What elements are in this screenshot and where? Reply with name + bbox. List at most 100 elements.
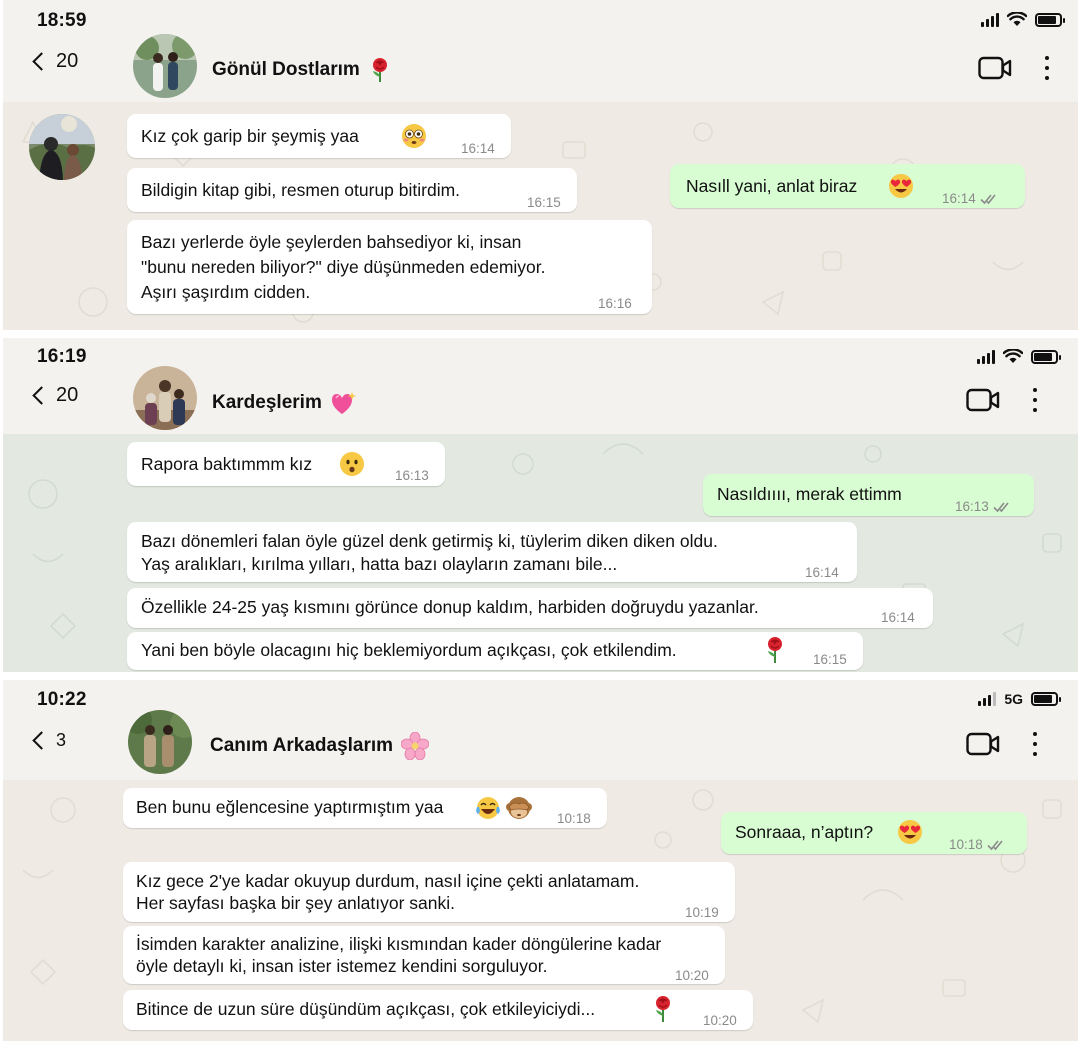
chat-screenshot-3: 10:22 5G 3 Canım Arkadaşlarım Ben bunu e <box>3 680 1078 1041</box>
chevron-left-icon <box>32 731 51 750</box>
group-avatar[interactable] <box>133 34 197 98</box>
message-time: 16:15 <box>813 652 847 667</box>
message-time: 16:14 <box>942 187 1000 211</box>
tears-of-joy-icon <box>476 797 500 819</box>
rose-icon <box>656 996 670 1022</box>
system-icons <box>977 349 1061 364</box>
signal-icon <box>981 12 999 27</box>
video-call-icon[interactable] <box>966 388 1000 412</box>
message-time: 10:19 <box>685 905 719 920</box>
message-text: Bitince de uzun süre düşündüm açıkçası, … <box>136 999 596 1019</box>
read-ticks-icon <box>993 502 1009 513</box>
group-name[interactable]: Canım Arkadaşlarım <box>210 732 430 760</box>
message-text-line: öyle detaylı ki, insan ister istemez ken… <box>136 956 548 976</box>
chevron-left-icon <box>32 386 51 405</box>
message-text: Kız çok garip bir şeymiş yaa <box>141 126 359 146</box>
message-text: Nasıll yani, anlat biraz <box>686 176 858 196</box>
sparkling-heart-icon <box>331 392 356 414</box>
message-time: 10:20 <box>675 968 709 983</box>
unread-count: 20 <box>56 50 79 72</box>
message-time: 16:15 <box>527 195 561 210</box>
back-button[interactable]: 20 <box>29 384 78 407</box>
message-bubble-outgoing[interactable]: Nasıll yani, anlat biraz 16:14 <box>670 164 1025 208</box>
chat-area[interactable]: Kız çok garip bir şeymiş yaa 16:14 Bildi… <box>3 102 1078 330</box>
message-bubble[interactable]: Kız çok garip bir şeymiş yaa 16:14 <box>127 114 511 158</box>
more-options-icon[interactable] <box>1030 388 1040 412</box>
message-text-line: Bazı yerlerde öyle şeylerden bahsediyor … <box>141 232 522 252</box>
video-call-icon[interactable] <box>966 732 1000 756</box>
chat-screenshot-2: 16:19 20 Kardeşlerim Rapora baktımmm kız… <box>3 338 1078 672</box>
message-text: Bildigin kitap gibi, resmen oturup bitir… <box>141 180 461 200</box>
message-time: 16:14 <box>805 565 839 580</box>
rose-icon <box>768 637 782 663</box>
back-button[interactable]: 20 <box>29 50 78 73</box>
sender-avatar[interactable] <box>29 114 95 180</box>
message-text-line: Yaş aralıkları, kırılma yılları, hatta b… <box>141 554 618 574</box>
message-text-line: Kız gece 2'ye kadar okuyup durdum, nasıl… <box>136 871 640 891</box>
message-text-line: İsimden karakter analizine, ilişki kısmı… <box>136 934 662 954</box>
video-call-icon[interactable] <box>978 56 1012 80</box>
message-time: 16:14 <box>461 141 495 156</box>
message-bubble[interactable]: Bildigin kitap gibi, resmen oturup bitir… <box>127 168 577 212</box>
message-time: 16:16 <box>598 296 632 311</box>
group-avatar[interactable] <box>128 710 192 774</box>
chat-area[interactable]: Rapora baktımmm kız 16:13 Nasıldıııı, me… <box>3 434 1078 672</box>
message-bubble[interactable]: Rapora baktımmm kız 16:13 <box>127 442 445 486</box>
system-icons: 5G <box>978 691 1061 707</box>
read-ticks-icon <box>980 194 996 205</box>
unread-count: 3 <box>56 730 67 750</box>
battery-icon <box>1031 349 1061 364</box>
chat-header: 20 Kardeşlerim <box>3 366 1078 436</box>
signal-icon <box>978 692 997 706</box>
message-text: Sonraaa, n’aptın? <box>735 822 874 842</box>
status-time: 10:22 <box>37 689 87 710</box>
wifi-icon <box>1007 12 1027 26</box>
message-text: Özellikle 24-25 yaş kısmını görünce donu… <box>141 597 759 617</box>
chat-screenshot-1: 18:59 20 Gönül Dostlarım Kız çok garip b… <box>3 0 1078 330</box>
group-name[interactable]: Gönül Dostlarım <box>212 57 392 83</box>
status-time: 16:19 <box>37 346 87 367</box>
message-time: 16:13 <box>955 495 1013 519</box>
message-bubble[interactable]: Bazı yerlerde öyle şeylerden bahsediyor … <box>127 220 652 314</box>
unread-count: 20 <box>56 384 79 406</box>
signal-icon <box>977 349 995 364</box>
flushed-face-icon <box>402 124 426 148</box>
group-avatar[interactable] <box>133 366 197 430</box>
more-options-icon[interactable] <box>1030 732 1040 756</box>
message-bubble-outgoing[interactable]: Nasıldıııı, merak ettimm 16:13 <box>703 474 1034 516</box>
heart-eyes-icon <box>898 820 922 844</box>
message-bubble[interactable]: Ben bunu eğlencesine yaptırmıştım yaa 10… <box>123 788 607 828</box>
message-bubble[interactable]: Yani ben böyle olacagını hiç beklemiyord… <box>127 632 863 670</box>
heart-eyes-icon <box>889 174 913 198</box>
chat-area[interactable]: Ben bunu eğlencesine yaptırmıştım yaa 10… <box>3 780 1078 1041</box>
message-text-line: Her sayfası başka bir şey anlatıyor sank… <box>136 893 456 913</box>
system-icons <box>981 12 1065 27</box>
message-bubble[interactable]: Bazı dönemleri falan öyle güzel denk get… <box>127 522 857 582</box>
see-no-evil-monkey-icon <box>506 797 532 819</box>
wifi-icon <box>1003 349 1023 363</box>
read-ticks-icon <box>987 840 1003 851</box>
message-bubble-outgoing[interactable]: Sonraaa, n’aptın? 10:18 <box>721 812 1027 854</box>
message-text: Rapora baktımmm kız <box>141 454 313 474</box>
message-text-line: Bazı dönemleri falan öyle güzel denk get… <box>141 531 718 551</box>
battery-icon <box>1031 692 1061 706</box>
group-name[interactable]: Kardeşlerim <box>212 390 358 416</box>
message-bubble[interactable]: Özellikle 24-25 yaş kısmını görünce donu… <box>127 588 933 628</box>
message-text: Ben bunu eğlencesine yaptırmıştım yaa <box>136 797 444 817</box>
message-bubble[interactable]: İsimden karakter analizine, ilişki kısmı… <box>123 926 725 984</box>
message-bubble[interactable]: Bitince de uzun süre düşündüm açıkçası, … <box>123 990 753 1030</box>
message-time: 16:13 <box>395 468 429 483</box>
message-bubble[interactable]: Kız gece 2'ye kadar okuyup durdum, nasıl… <box>123 862 735 922</box>
message-text-line: "bunu nereden biliyor?" diye düşünmeden … <box>141 257 546 277</box>
hushed-face-icon <box>340 452 364 476</box>
more-options-icon[interactable] <box>1042 56 1052 80</box>
network-type: 5G <box>1004 691 1023 707</box>
cherry-blossom-icon <box>401 732 430 760</box>
message-time: 10:18 <box>557 811 591 826</box>
message-time: 16:14 <box>881 610 915 625</box>
back-button[interactable]: 3 <box>29 730 66 751</box>
rose-icon <box>372 58 387 82</box>
chat-header: 20 Gönül Dostlarım <box>3 34 1078 102</box>
chevron-left-icon <box>32 52 51 71</box>
message-time: 10:18 <box>949 833 1007 857</box>
